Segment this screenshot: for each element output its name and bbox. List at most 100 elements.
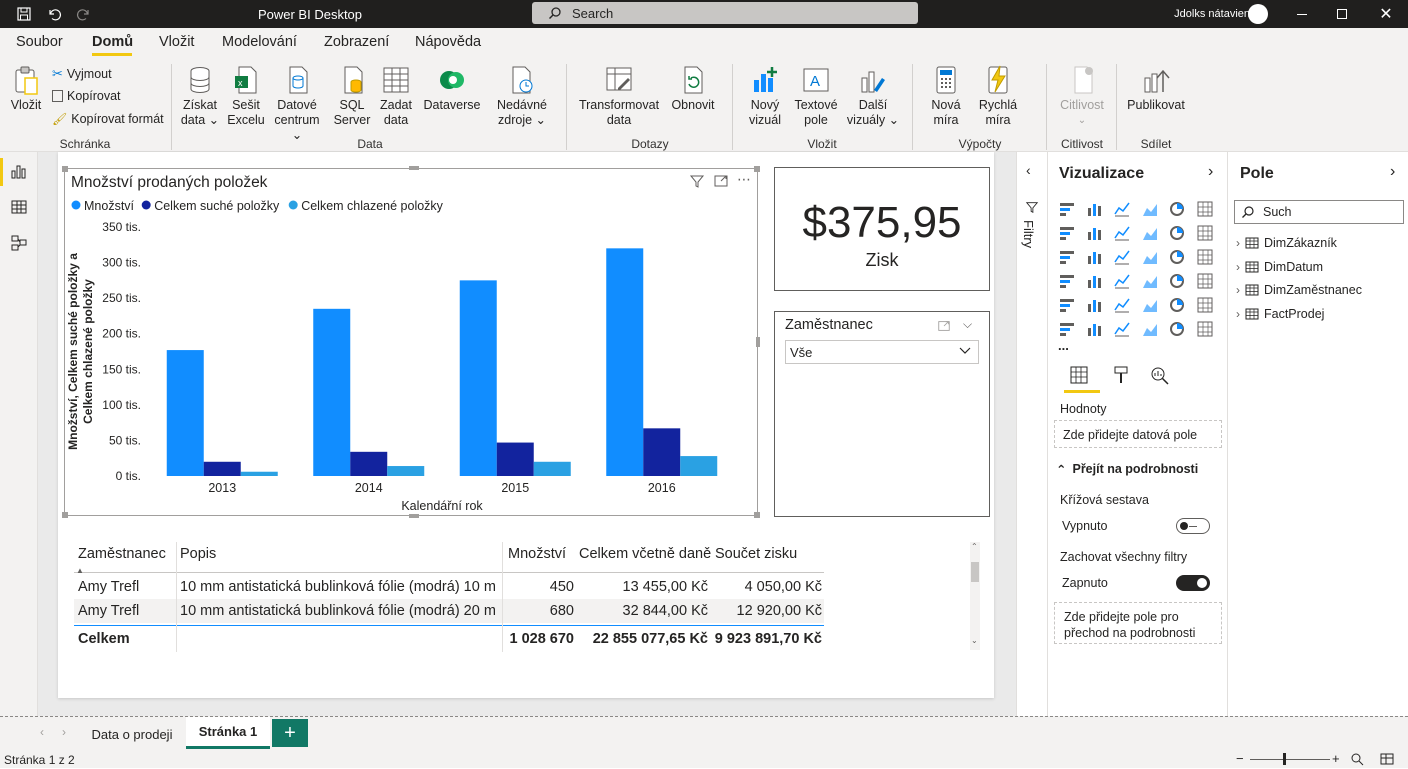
text-box-button[interactable]: A Textové pole xyxy=(792,64,840,128)
visual-type-icon[interactable] xyxy=(1168,320,1186,338)
new-measure-button[interactable]: Nová míra xyxy=(924,64,968,128)
scroll-thumb[interactable] xyxy=(971,562,979,582)
focus-mode-icon[interactable] xyxy=(937,319,951,336)
column-header[interactable]: Množství xyxy=(508,546,566,562)
page-tab-sales-data[interactable]: Data o prodeji xyxy=(80,719,184,749)
fit-to-page-icon[interactable] xyxy=(1350,752,1364,769)
chevron-left-icon[interactable]: ‹ xyxy=(1026,162,1031,178)
table-row[interactable]: Amy Trefl 10 mm antistatická bublinková … xyxy=(74,599,824,623)
values-drop-zone[interactable]: Zde přidejte datová pole xyxy=(1054,420,1222,448)
minimize-icon[interactable] xyxy=(1290,0,1314,28)
resize-handle[interactable] xyxy=(756,337,760,347)
build-visual-icon[interactable] xyxy=(1068,364,1090,389)
restore-icon[interactable] xyxy=(1330,0,1354,28)
table-row[interactable]: Amy Trefl 10 mm antistatická bublinková … xyxy=(74,575,834,599)
visual-type-icon[interactable] xyxy=(1196,200,1214,218)
report-view-icon[interactable] xyxy=(10,162,28,183)
visual-type-icon[interactable] xyxy=(1196,224,1214,242)
menu-domu[interactable]: Domů xyxy=(92,34,133,50)
visual-type-icon[interactable] xyxy=(1058,320,1076,338)
chevron-right-icon[interactable]: › xyxy=(1208,163,1213,181)
resize-handle[interactable] xyxy=(409,166,419,170)
publish-button[interactable]: Publikovat xyxy=(1124,64,1188,113)
sql-server-button[interactable]: SQL Server xyxy=(330,64,374,128)
resize-handle[interactable] xyxy=(62,512,68,518)
menu-soubor[interactable]: Soubor xyxy=(16,34,63,50)
visual-type-icon[interactable] xyxy=(1058,200,1076,218)
drillthrough-drop-zone[interactable]: Zde přidejte pole pro přechod na podrobn… xyxy=(1054,602,1222,644)
visual-type-icon[interactable] xyxy=(1113,272,1131,290)
keep-filters-toggle[interactable] xyxy=(1176,575,1210,591)
more-visuals-button[interactable]: Další vizuály ⌄ xyxy=(844,64,902,128)
visual-type-icon[interactable] xyxy=(1141,248,1159,266)
field-table-item[interactable]: › DimZaměstnanec xyxy=(1236,283,1362,297)
zoom-out-icon[interactable]: − xyxy=(1236,751,1244,766)
visual-type-icon[interactable] xyxy=(1141,296,1159,314)
visual-type-icon[interactable] xyxy=(1196,272,1214,290)
model-view-icon[interactable] xyxy=(10,234,28,255)
fit-width-icon[interactable] xyxy=(1380,752,1394,769)
fields-search-input[interactable]: Such xyxy=(1234,200,1404,224)
dataverse-button[interactable]: Dataverse xyxy=(420,64,484,113)
visual-type-icon[interactable] xyxy=(1058,248,1076,266)
column-header[interactable]: Popis xyxy=(180,546,216,562)
visual-type-icon[interactable] xyxy=(1086,248,1104,266)
visual-type-icon[interactable] xyxy=(1168,200,1186,218)
menu-modelovani[interactable]: Modelování xyxy=(222,34,297,50)
copy-button[interactable]: Kopírovat xyxy=(52,89,121,103)
column-header[interactable]: Součet zisku xyxy=(715,546,797,562)
format-painter-button[interactable]: 🖌 Kopírovat formát xyxy=(52,112,164,126)
visual-type-icon[interactable] xyxy=(1168,248,1186,266)
get-data-button[interactable]: Získat data ⌄ xyxy=(178,64,222,128)
visual-type-icon[interactable] xyxy=(1141,224,1159,242)
visual-type-icon[interactable] xyxy=(1113,248,1131,266)
employee-slicer[interactable]: Zaměstnanec ⌵ Vše xyxy=(774,311,990,517)
slicer-dropdown[interactable]: Vše xyxy=(785,340,979,364)
visual-type-icon[interactable] xyxy=(1196,248,1214,266)
table-scrollbar[interactable]: ⌃ ⌄ xyxy=(970,542,980,650)
visual-type-icon[interactable] xyxy=(1168,296,1186,314)
add-page-button[interactable]: + xyxy=(272,719,308,747)
resize-handle[interactable] xyxy=(409,514,419,518)
visual-type-icon[interactable] xyxy=(1196,296,1214,314)
field-table-item[interactable]: › DimZákazník xyxy=(1236,236,1337,250)
visual-type-icon[interactable] xyxy=(1086,272,1104,290)
visual-type-icon[interactable] xyxy=(1058,296,1076,314)
field-table-item[interactable]: › FactProdej xyxy=(1236,307,1324,321)
visual-type-icon[interactable] xyxy=(1086,200,1104,218)
chevron-right-icon[interactable]: › xyxy=(62,725,66,739)
visual-type-icon[interactable] xyxy=(1058,272,1076,290)
quick-measure-button[interactable]: Rychlá míra xyxy=(974,64,1022,128)
chevron-left-icon[interactable]: ‹ xyxy=(40,725,44,739)
scroll-up-icon[interactable]: ⌃ xyxy=(971,542,978,551)
resize-handle[interactable] xyxy=(62,166,68,172)
visual-type-icon[interactable] xyxy=(1113,296,1131,314)
page-tab-page1[interactable]: Stránka 1 xyxy=(186,717,270,749)
visual-type-icon[interactable] xyxy=(1113,200,1131,218)
analytics-magnifier-icon[interactable] xyxy=(1148,364,1170,389)
excel-button[interactable]: x Sešit Excelu xyxy=(224,64,268,128)
filters-pane-collapsed[interactable]: ‹ Filtry xyxy=(1016,152,1047,716)
chevron-down-icon[interactable]: ⌵ xyxy=(963,317,972,332)
focus-mode-icon[interactable] xyxy=(713,173,729,192)
column-header[interactable]: Celkem včetně daně xyxy=(579,546,711,562)
more-visuals-icon[interactable]: ... xyxy=(1058,338,1069,353)
visual-type-icon[interactable] xyxy=(1086,296,1104,314)
menu-napoveda[interactable]: Nápověda xyxy=(415,34,481,50)
datahub-button[interactable]: Datové centrum ⌄ xyxy=(268,64,326,143)
refresh-button[interactable]: Obnovit xyxy=(666,64,720,113)
visual-type-icon[interactable] xyxy=(1141,320,1159,338)
cross-report-toggle[interactable] xyxy=(1176,518,1210,534)
detail-table[interactable]: Zaměstnanec Popis Množství Celkem včetně… xyxy=(74,542,982,652)
search-box[interactable]: Search xyxy=(532,2,918,24)
sensitivity-button[interactable]: Citlivost ⌄ xyxy=(1054,64,1110,128)
visual-type-icon[interactable] xyxy=(1058,224,1076,242)
redo-icon[interactable] xyxy=(72,0,96,28)
visual-type-icon[interactable] xyxy=(1086,224,1104,242)
new-visual-button[interactable]: Nový vizuál xyxy=(742,64,788,128)
menu-vlozit[interactable]: Vložit xyxy=(159,34,194,50)
visual-type-icon[interactable] xyxy=(1168,224,1186,242)
visual-type-icon[interactable] xyxy=(1141,272,1159,290)
zoom-in-icon[interactable]: + xyxy=(1332,751,1340,766)
visual-type-icon[interactable] xyxy=(1086,320,1104,338)
